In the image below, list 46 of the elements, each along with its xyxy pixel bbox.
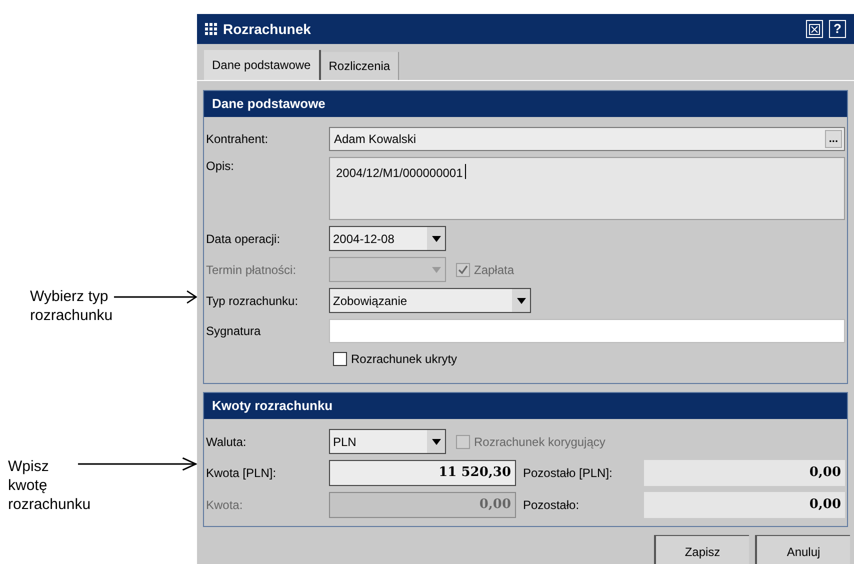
field-label: Opis: — [206, 158, 236, 175]
help-button[interactable]: ? — [829, 20, 846, 38]
field-label: Kwota [PLN]: — [206, 465, 278, 482]
annotation-text: Wpisz kwotę rozrachunku — [8, 457, 91, 514]
field-label: Typ rozrachunku: — [206, 292, 300, 310]
dropdown-arrow-icon — [432, 236, 440, 242]
field-label: Termin płatności: — [206, 262, 298, 278]
amount-field: 0,00 — [644, 492, 845, 518]
amount-field[interactable]: 11 520,30 — [329, 460, 516, 486]
dropdown-arrow-icon — [432, 438, 440, 444]
grid-icon — [205, 23, 217, 35]
dialog-button[interactable]: Zapisz — [654, 535, 749, 564]
amount-field: 0,00 — [644, 460, 845, 486]
dropdown-value: Zobowiązanie — [332, 292, 408, 310]
dialog-button[interactable]: Anuluj — [755, 535, 850, 564]
field-label: Kontrahent: — [206, 131, 270, 148]
dropdown[interactable]: 2004-12-08 — [329, 226, 446, 251]
field-label: Kwota: — [206, 497, 244, 514]
section-header: Kwoty rozrachunku — [204, 393, 847, 419]
text-field[interactable] — [329, 319, 845, 343]
checkbox-label: Rozrachunek ukryty — [351, 351, 458, 368]
field-value: 2004/12/M1/000000001 — [336, 165, 463, 182]
field-label: Data operacji: — [206, 230, 282, 248]
dropdown-value: PLN — [332, 434, 358, 450]
field-label: Pozostało: — [522, 497, 580, 514]
tab[interactable]: Rozliczenia — [320, 52, 400, 80]
checkbox[interactable] — [333, 352, 347, 366]
window-title: Rozrachunek — [223, 20, 311, 38]
checkbox-label: Rozrachunek korygujący — [474, 434, 606, 450]
annotation-text: Wybierz typ rozrachunku — [30, 287, 113, 325]
dropdown-arrow-icon — [516, 298, 526, 304]
memo-field[interactable]: 2004/12/M1/000000001 — [329, 157, 845, 220]
dropdown[interactable]: Zobowiązanie — [329, 288, 531, 313]
checkbox-label: Zapłata — [474, 262, 514, 278]
field-label: Waluta: — [206, 434, 248, 450]
ellipsis-button[interactable]: ... — [824, 130, 842, 148]
close-button[interactable] — [806, 20, 823, 38]
section-header: Dane podstawowe — [204, 91, 847, 117]
dropdown[interactable]: PLN — [329, 429, 446, 454]
dropdown-arrow-icon — [432, 266, 440, 272]
field-label: Sygnatura — [206, 323, 262, 340]
tab[interactable]: Dane podstawowe — [204, 50, 321, 80]
field-value: Adam Kowalski — [334, 131, 418, 148]
lookup-field[interactable]: Adam Kowalski ... — [329, 127, 845, 151]
field-label: Pozostało [PLN]: — [522, 465, 614, 482]
dropdown-value: 2004-12-08 — [332, 230, 396, 248]
